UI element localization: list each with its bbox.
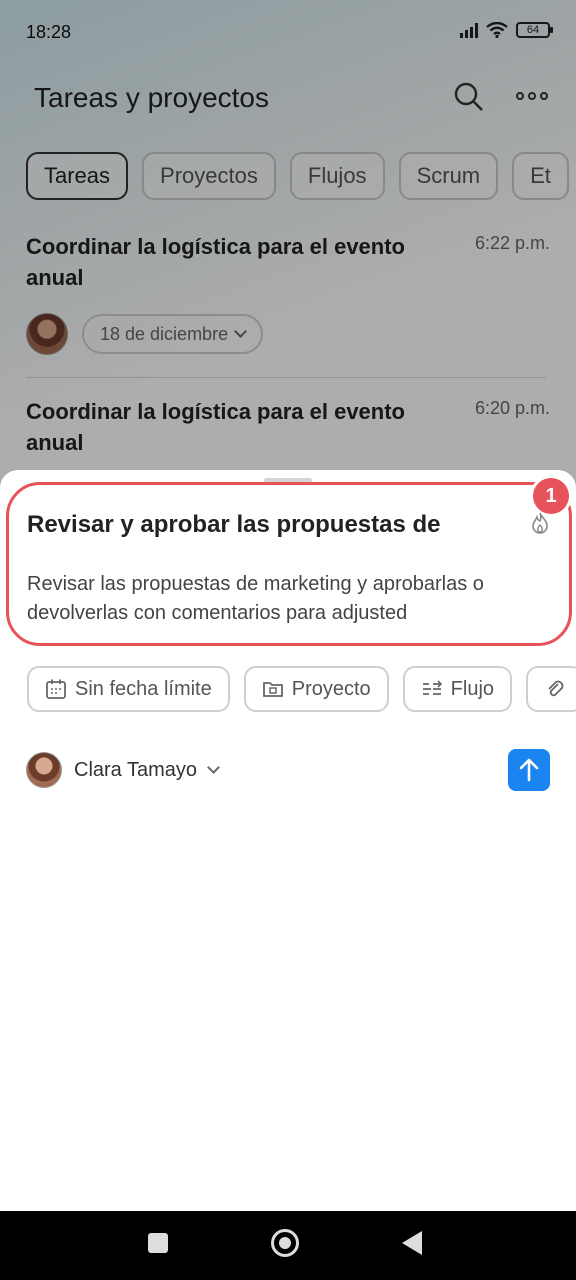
send-button[interactable] bbox=[508, 749, 550, 791]
deadline-chip[interactable]: Sin fecha límite bbox=[27, 666, 230, 712]
recents-icon[interactable] bbox=[148, 1233, 168, 1253]
back-icon[interactable] bbox=[402, 1231, 422, 1255]
deadline-label: Sin fecha límite bbox=[75, 678, 212, 700]
system-nav-bar bbox=[0, 1211, 576, 1280]
flow-chip[interactable]: Flujo bbox=[402, 666, 513, 712]
chevron-down-icon bbox=[207, 761, 220, 774]
calendar-icon bbox=[46, 679, 66, 699]
flow-icon bbox=[422, 680, 442, 695]
assignee-name: Clara Tamayo bbox=[74, 758, 198, 781]
folder-icon bbox=[262, 682, 283, 697]
flame-icon[interactable] bbox=[530, 512, 550, 534]
project-chip[interactable]: Proyecto bbox=[243, 666, 389, 712]
new-task-sheet: 1 Revisar y aprobar las propuestas de Re… bbox=[0, 470, 576, 1211]
flow-label: Flujo bbox=[450, 678, 495, 700]
assignee-selector[interactable]: Clara Tamayo bbox=[26, 752, 220, 788]
attachment-chip[interactable] bbox=[526, 666, 576, 712]
avatar bbox=[26, 752, 62, 788]
step-badge: 1 bbox=[533, 478, 569, 514]
task-title-input[interactable]: Revisar y aprobar las propuestas de bbox=[27, 510, 507, 544]
paperclip-icon bbox=[548, 680, 564, 697]
home-icon[interactable] bbox=[271, 1229, 299, 1257]
task-description-input[interactable]: Revisar las propuestas de marketing y ap… bbox=[27, 570, 547, 628]
project-label: Proyecto bbox=[291, 678, 371, 700]
task-options: Sin fecha límite Proyecto Flujo bbox=[27, 666, 576, 712]
